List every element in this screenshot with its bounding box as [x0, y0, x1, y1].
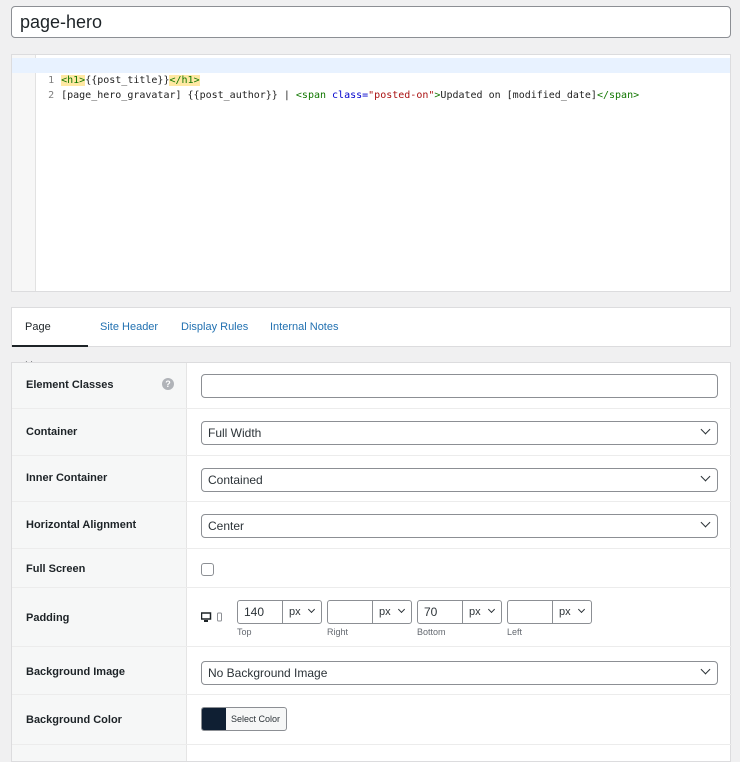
- horizontal-alignment-select[interactable]: Center: [201, 514, 718, 538]
- chevron-down-icon: [700, 471, 711, 482]
- row-full-screen: Full Screen: [12, 549, 732, 588]
- padding-bottom-input[interactable]: [417, 600, 463, 624]
- full-screen-label: Full Screen: [26, 563, 86, 575]
- span-close-tag: </span>: [596, 90, 640, 101]
- chevron-down-icon: [700, 664, 711, 675]
- inner-container-value: Contained: [208, 473, 263, 487]
- unit-value: px: [379, 606, 391, 618]
- chevron-down-icon: [397, 605, 406, 614]
- container-value: Full Width: [208, 426, 262, 440]
- chevron-down-icon: [307, 605, 316, 614]
- settings-tabs: Page Hero Site Header Display Rules Inte…: [11, 307, 731, 372]
- select-color-label: Select Color: [231, 714, 281, 724]
- background-color-label: Background Color: [26, 714, 122, 726]
- unit-value: px: [559, 606, 571, 618]
- padding-top-unit-select[interactable]: px: [282, 600, 322, 624]
- padding-left-input[interactable]: [507, 600, 553, 624]
- color-swatch: [202, 708, 226, 730]
- padding-right-unit-select[interactable]: px: [372, 600, 412, 624]
- padding-right-input[interactable]: [327, 600, 373, 624]
- padding-label: Padding: [26, 612, 70, 624]
- unit-value: px: [289, 606, 301, 618]
- padding-bottom-unit-select[interactable]: px: [462, 600, 502, 624]
- horizontal-alignment-label: Horizontal Alignment: [26, 519, 137, 531]
- desktop-icon[interactable]: [201, 612, 227, 624]
- row-padding: Padding px Top px Right px Bottom px Lef…: [12, 588, 732, 647]
- element-classes-input[interactable]: [201, 374, 718, 398]
- row-container: Container Full Width: [12, 409, 732, 456]
- tab-display-rules[interactable]: Display Rules: [181, 308, 248, 347]
- row-background-color: Background Color Select Color: [12, 695, 732, 745]
- line-number: 2: [48, 90, 55, 101]
- background-image-label: Background Image: [26, 666, 126, 678]
- unit-value: px: [469, 606, 481, 618]
- padding-bottom-caption: Bottom: [417, 627, 446, 637]
- padding-top-caption: Top: [237, 627, 252, 637]
- tab-internal-notes[interactable]: Internal Notes: [270, 308, 338, 347]
- chevron-down-icon: [700, 517, 711, 528]
- horizontal-alignment-value: Center: [208, 519, 245, 533]
- row-horizontal-alignment: Horizontal Alignment Center: [12, 502, 732, 549]
- updated-on-text: Updated on [modified_date]: [440, 90, 597, 101]
- full-screen-checkbox[interactable]: [201, 563, 214, 576]
- author-shortcodes: [page_hero_gravatar] {{post_author}} |: [61, 90, 296, 101]
- padding-top-input[interactable]: [237, 600, 283, 624]
- class-attribute: class=: [332, 90, 369, 101]
- settings-panel: Element Classes ? Container Full Width I…: [11, 362, 732, 762]
- code-editor[interactable]: 1 <h1>{{post_title}}</h1> 2 [page_hero_gra…: [11, 54, 731, 292]
- title-input[interactable]: [11, 6, 731, 38]
- padding-right-caption: Right: [327, 627, 349, 637]
- element-classes-label: Element Classes: [26, 379, 114, 391]
- padding-left-caption: Left: [507, 627, 523, 637]
- select-color-button[interactable]: Select Color: [201, 707, 287, 731]
- chevron-down-icon: [487, 605, 496, 614]
- background-image-value: No Background Image: [208, 666, 328, 680]
- row-element-classes: Element Classes ?: [12, 363, 732, 409]
- span-open-tag: <span: [295, 90, 333, 101]
- row-background-image: Background Image No Background Image: [12, 647, 732, 695]
- chevron-down-icon: [700, 424, 711, 435]
- background-image-select[interactable]: No Background Image: [201, 661, 718, 685]
- container-select[interactable]: Full Width: [201, 421, 718, 445]
- chevron-down-icon: [577, 605, 586, 614]
- help-icon[interactable]: ?: [162, 378, 174, 390]
- container-label: Container: [26, 426, 78, 438]
- row-inner-container: Inner Container Contained: [12, 456, 732, 502]
- tab-page-hero[interactable]: Page Hero: [12, 308, 88, 372]
- code-line-1[interactable]: 1 <h1>{{post_title}}</h1>: [12, 58, 730, 86]
- class-value: "posted-on": [368, 90, 435, 101]
- padding-left-unit-select[interactable]: px: [552, 600, 592, 624]
- code-line-2[interactable]: 2 [page_hero_gravatar] {{post_author}} | …: [12, 73, 730, 101]
- tab-site-header[interactable]: Site Header: [100, 308, 158, 347]
- inner-container-label: Inner Container: [26, 472, 108, 484]
- inner-container-select[interactable]: Contained: [201, 468, 718, 492]
